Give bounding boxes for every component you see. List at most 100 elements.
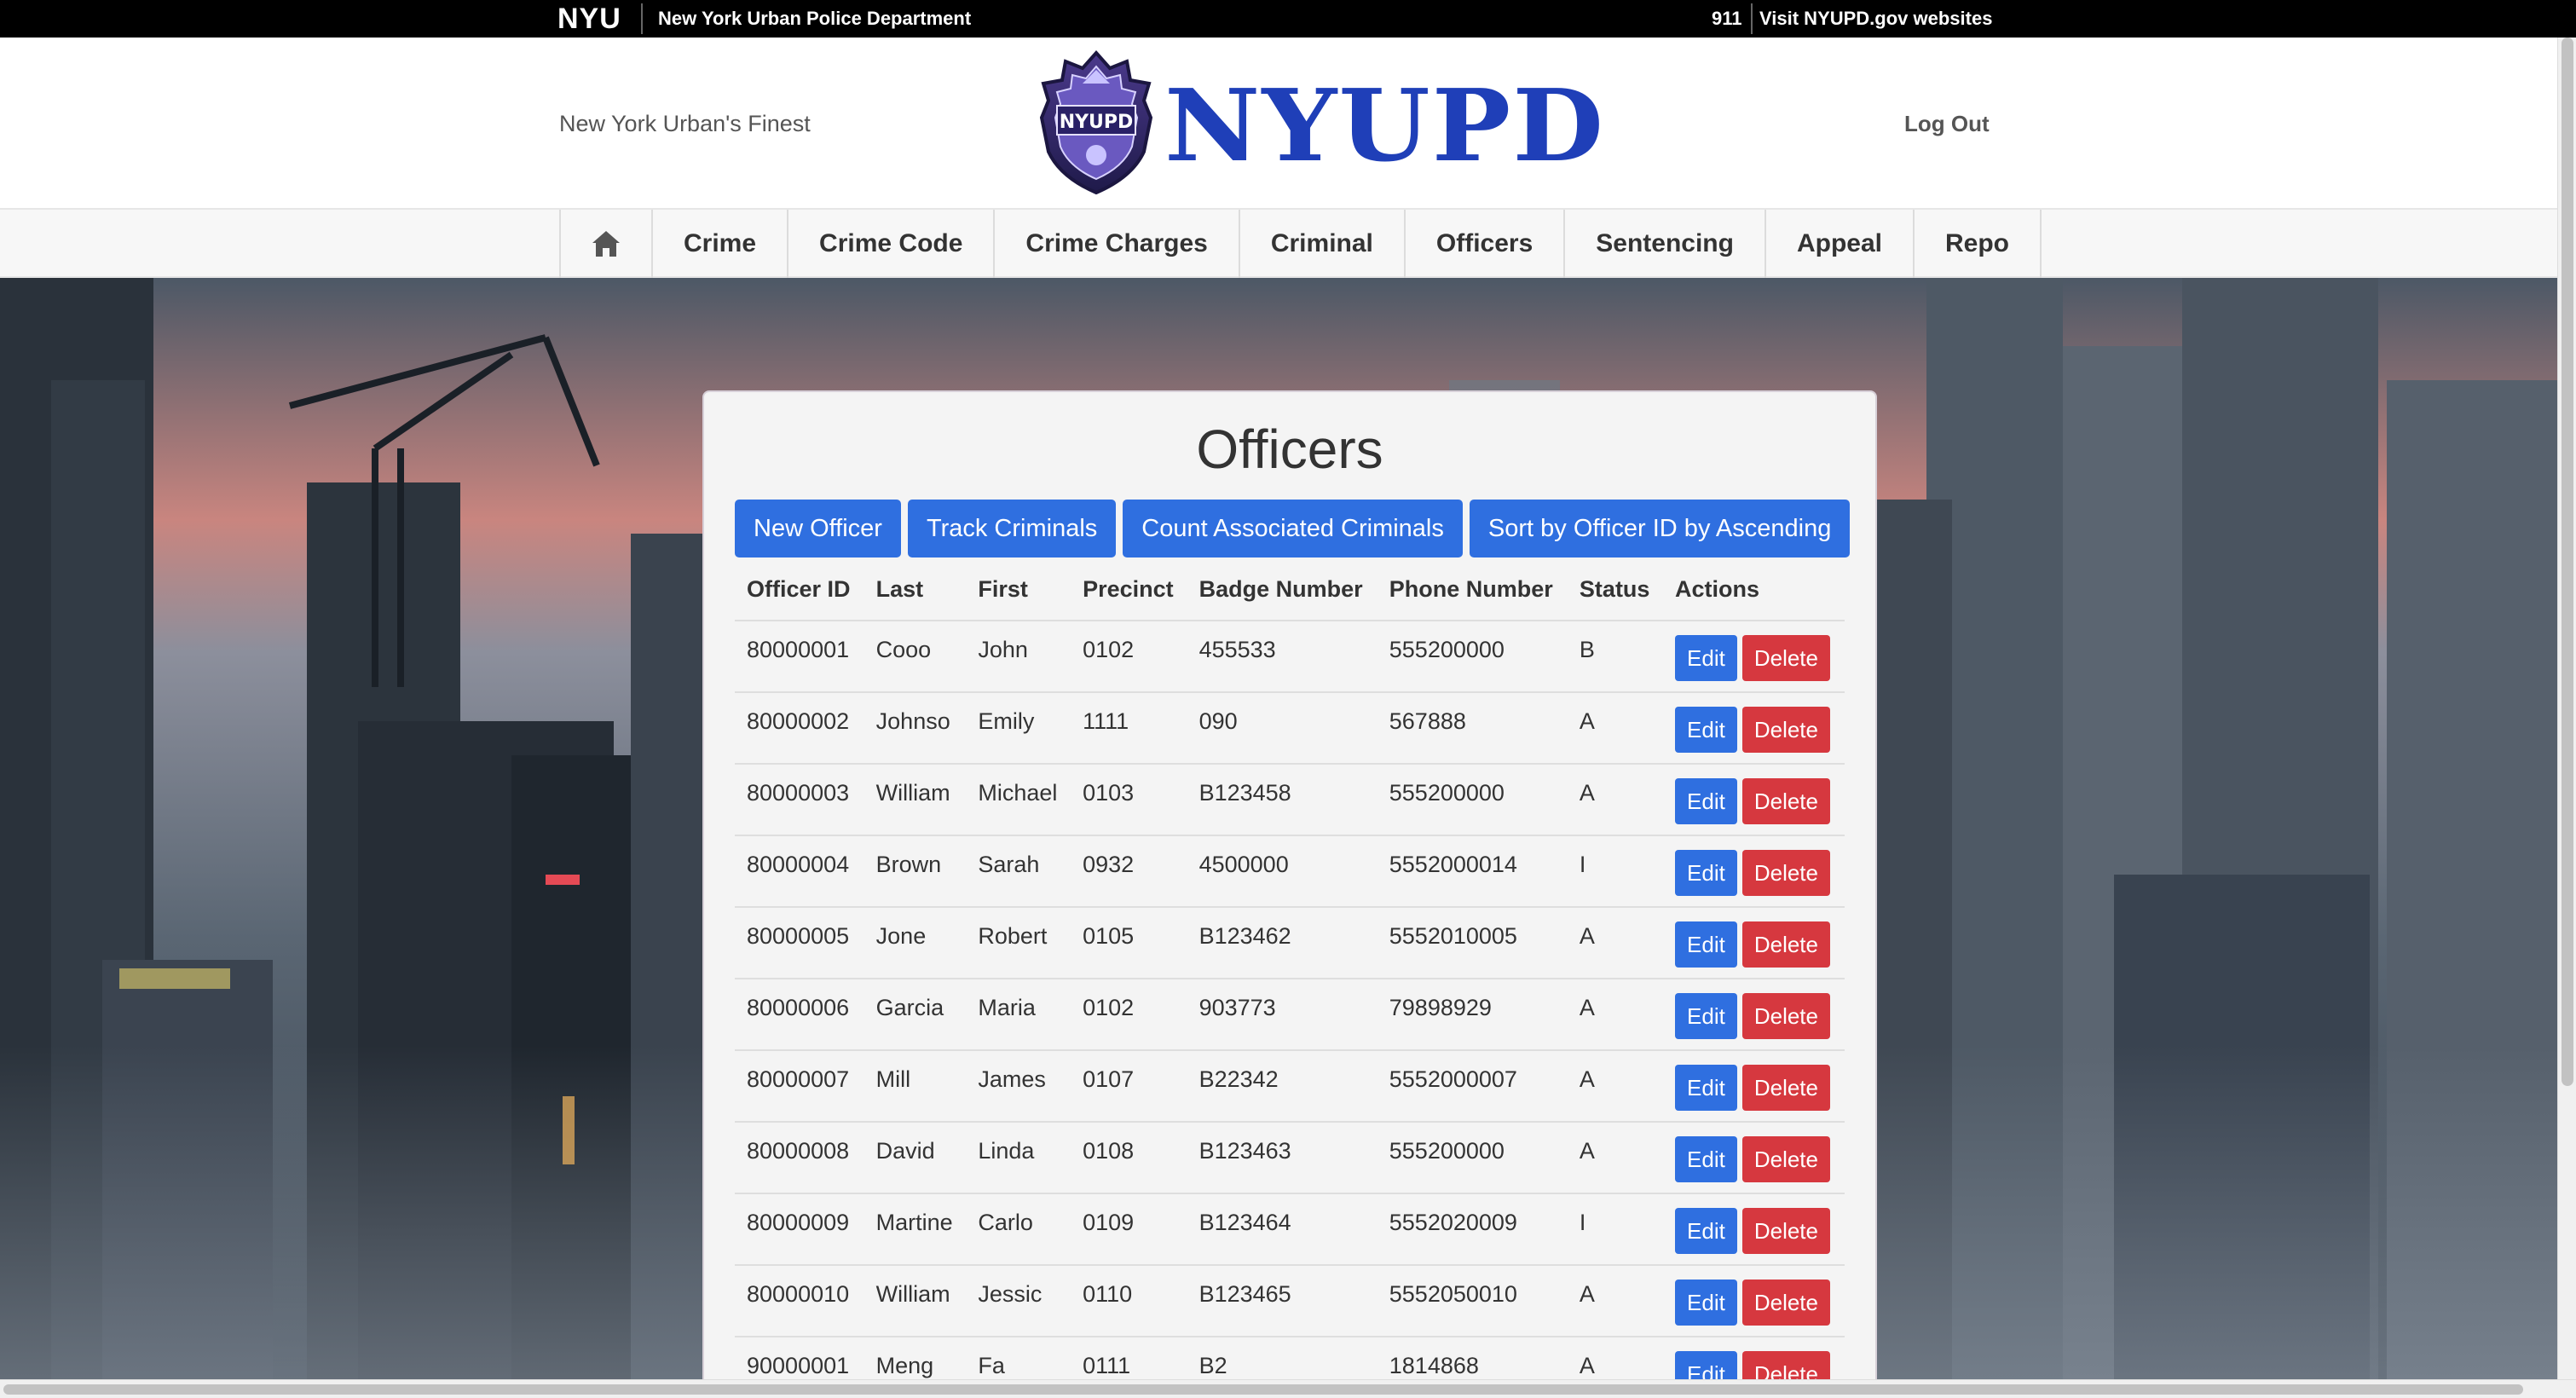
horizontal-scrollbar[interactable] — [0, 1379, 2576, 1398]
visit-link[interactable]: Visit NYUPD.gov websites — [1759, 0, 1992, 38]
first-name-cell: Maria — [966, 978, 1071, 1050]
phone-number-cell: 1814868 — [1377, 1336, 1568, 1379]
edit-button[interactable]: Edit — [1675, 1351, 1737, 1379]
delete-button[interactable]: Delete — [1741, 1351, 1830, 1379]
vertical-scrollbar[interactable] — [2557, 38, 2576, 1379]
status-cell: A — [1567, 906, 1664, 979]
delete-button[interactable]: Delete — [1741, 1208, 1830, 1254]
nav-appeal[interactable]: Appeal — [1766, 210, 1915, 278]
delete-button[interactable]: Delete — [1741, 707, 1830, 753]
first-name-cell: Emily — [966, 691, 1071, 764]
edit-button[interactable]: Edit — [1675, 1280, 1737, 1326]
delete-button[interactable]: Delete — [1741, 1280, 1830, 1326]
phone-number-cell: 5552000014 — [1377, 835, 1568, 907]
precinct-cell: 0102 — [1071, 620, 1187, 692]
edit-button[interactable]: Edit — [1675, 707, 1737, 753]
nav-criminal[interactable]: Criminal — [1240, 210, 1406, 278]
edit-button[interactable]: Edit — [1675, 993, 1737, 1039]
first-name-cell: John — [966, 620, 1071, 692]
officer-id-cell: 80000001 — [735, 620, 864, 692]
edit-button[interactable]: Edit — [1675, 635, 1737, 681]
actions-cell: Edit Delete — [1663, 1336, 1845, 1379]
table-row: 80000003 William Michael 0103 B123458 5552000… — [735, 763, 1845, 835]
nyu-brand[interactable]: NYU — [557, 0, 621, 38]
table-header-row: Officer ID Last First Precinct Badge Num… — [735, 559, 1845, 621]
nav-crime-charges[interactable]: Crime Charges — [995, 210, 1240, 278]
first-name-cell: Sarah — [966, 835, 1071, 907]
track-criminals-button[interactable]: Track Criminals — [907, 500, 1117, 557]
last-name-cell: David — [863, 1121, 967, 1193]
status-cell: A — [1567, 763, 1664, 835]
phone-number-cell: 5552000007 — [1377, 1049, 1568, 1122]
home-icon — [592, 231, 620, 257]
table-row: 90000001 Meng Fa 0111 B2 1814868 A Edit Delete — [735, 1336, 1845, 1379]
last-name-cell: William — [863, 1264, 967, 1337]
delete-button[interactable]: Delete — [1741, 850, 1830, 896]
table-row: 80000006 Garcia Maria 0102 903773 79898929 A Ed… — [735, 978, 1845, 1050]
table-row: 80000008 David Linda 0108 B123463 555200000 A E… — [735, 1121, 1845, 1193]
police-badge-icon: NYUPD — [1039, 49, 1153, 195]
count-associated-criminals-button[interactable]: Count Associated Criminals — [1123, 500, 1463, 557]
main-nav: Crime Crime Code Crime Charges Criminal … — [0, 208, 2557, 278]
nav-officers[interactable]: Officers — [1406, 210, 1566, 278]
actions-cell: Edit Delete — [1663, 835, 1845, 907]
status-cell: I — [1567, 835, 1664, 907]
officer-id-cell: 80000005 — [735, 906, 864, 979]
delete-button[interactable]: Delete — [1741, 921, 1830, 968]
column-header: Officer ID — [747, 576, 851, 602]
phone-number-cell: 555200000 — [1377, 763, 1568, 835]
status-cell: B — [1567, 620, 1664, 692]
officer-id-cell: 80000006 — [735, 978, 864, 1050]
edit-button[interactable]: Edit — [1675, 1136, 1737, 1182]
delete-button[interactable]: Delete — [1741, 635, 1830, 681]
nav-home[interactable] — [561, 210, 653, 278]
nav-crime-code[interactable]: Crime Code — [788, 210, 996, 278]
nav-crime[interactable]: Crime — [653, 210, 789, 278]
precinct-cell: 0103 — [1071, 763, 1187, 835]
logout-link[interactable]: Log Out — [1904, 111, 1990, 137]
first-name-cell: Fa — [966, 1336, 1071, 1379]
status-cell: A — [1567, 1121, 1664, 1193]
first-name-cell: James — [966, 1049, 1071, 1122]
table-row: 80000010 William Jessic 0110 B123465 55520500… — [735, 1264, 1845, 1337]
edit-button[interactable]: Edit — [1675, 921, 1737, 968]
delete-button[interactable]: Delete — [1741, 778, 1830, 824]
nav-sentencing[interactable]: Sentencing — [1565, 210, 1766, 278]
precinct-cell: 0110 — [1071, 1264, 1187, 1337]
badge-number-cell: 090 — [1187, 691, 1378, 764]
new-officer-button[interactable]: New Officer — [735, 500, 901, 557]
nav-repo[interactable]: Repo — [1915, 210, 2042, 278]
last-name-cell: Cooo — [863, 620, 967, 692]
delete-button[interactable]: Delete — [1741, 1065, 1830, 1111]
edit-button[interactable]: Edit — [1675, 1065, 1737, 1111]
table-row: 80000001 Cooo John 0102 455533 555200000 B Edit… — [735, 620, 1845, 692]
site-logo[interactable]: NYUPD NYUPD — [1038, 46, 1603, 199]
edit-button[interactable]: Edit — [1675, 850, 1737, 896]
last-name-cell: William — [863, 763, 967, 835]
divider — [641, 3, 643, 34]
badge-number-cell: B123465 — [1187, 1264, 1378, 1337]
column-header: Last — [875, 576, 924, 602]
status-cell: A — [1567, 691, 1664, 764]
delete-button[interactable]: Delete — [1741, 1136, 1830, 1182]
emergency-number[interactable]: 911 — [1712, 0, 1742, 38]
phone-number-cell: 555200000 — [1377, 620, 1568, 692]
delete-button[interactable]: Delete — [1741, 993, 1830, 1039]
badge-number-cell: B123464 — [1187, 1193, 1378, 1265]
column-header: First — [978, 576, 1028, 602]
edit-button[interactable]: Edit — [1675, 778, 1737, 824]
column-header: Status — [1579, 576, 1650, 602]
badge-number-cell: 455533 — [1187, 620, 1378, 692]
last-name-cell: Mill — [863, 1049, 967, 1122]
sort-by-officer-id-button[interactable]: Sort by Officer ID by Ascending — [1469, 500, 1851, 557]
precinct-cell: 0932 — [1071, 835, 1187, 907]
vertical-scroll-thumb[interactable] — [2562, 38, 2573, 1086]
edit-button[interactable]: Edit — [1675, 1208, 1737, 1254]
precinct-cell: 0111 — [1071, 1336, 1187, 1379]
actions-cell: Edit Delete — [1663, 1264, 1845, 1337]
action-buttons: New Officer Track Criminals Count Associ… — [735, 500, 1851, 557]
officers-card: Officers New Officer Track Criminals Cou… — [702, 390, 1877, 1379]
first-name-cell: Jessic — [966, 1264, 1071, 1337]
horizontal-scroll-thumb[interactable] — [3, 1384, 2523, 1395]
table-row: 80000007 Mill James 0107 B22342 5552000007 A Ed… — [735, 1049, 1845, 1122]
